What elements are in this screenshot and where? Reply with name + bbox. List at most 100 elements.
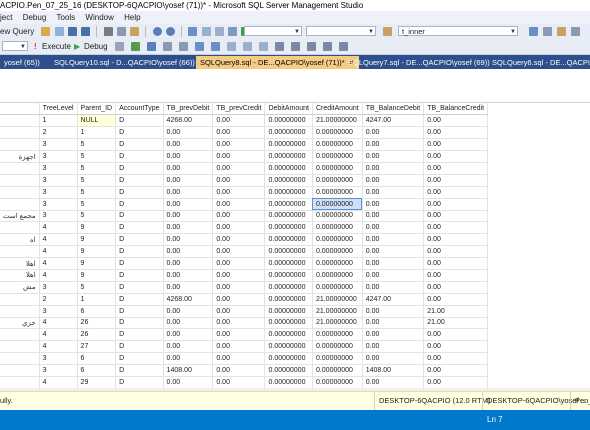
copy-icon[interactable] <box>116 27 126 36</box>
row-label[interactable]: مجمع است <box>0 210 40 223</box>
tab-sqlquery10[interactable]: SQLQuery10.sql - D...QACPIO\yosef (66)) <box>50 56 199 69</box>
table-cell[interactable]: 0.00 <box>423 352 489 366</box>
table-cell[interactable]: 0.00000000 <box>264 293 313 306</box>
table-cell[interactable]: 0.00 <box>362 340 425 354</box>
table-cell[interactable]: 9 <box>77 245 117 259</box>
table-cell[interactable]: 4 <box>39 245 78 259</box>
table-cell[interactable]: 0.00 <box>212 114 266 128</box>
table-cell[interactable]: 0.00000000 <box>264 186 313 199</box>
table-cell[interactable]: 0.00 <box>163 126 214 140</box>
table-cell[interactable]: 0.00 <box>163 150 214 163</box>
uncomment-icon[interactable] <box>291 42 300 51</box>
undo-icon[interactable] <box>152 27 162 36</box>
table-cell[interactable]: 0.00 <box>362 269 425 282</box>
table-cell[interactable]: 0.00 <box>362 198 425 211</box>
table-cell[interactable]: D <box>115 317 164 330</box>
row-label[interactable]: اهلا <box>0 269 40 282</box>
platform-dropdown[interactable]: ▼ <box>306 26 376 36</box>
table-cell[interactable]: 0.00000000 <box>264 150 313 163</box>
table-cell[interactable]: 9 <box>77 257 117 270</box>
table-cell[interactable]: 0.00 <box>212 317 266 330</box>
results-text-icon[interactable] <box>227 42 236 51</box>
table-cell[interactable]: D <box>115 221 164 235</box>
table-cell[interactable]: 0.00 <box>423 364 489 377</box>
table-cell[interactable]: 0.00 <box>423 174 489 187</box>
table-cell[interactable]: 9 <box>77 233 117 247</box>
row-label[interactable]: اجهزة <box>0 150 40 163</box>
table-cell[interactable]: 0.00 <box>362 305 425 318</box>
table-cell[interactable]: 21.00000000 <box>312 114 363 128</box>
table-cell[interactable]: 5 <box>77 198 117 211</box>
table-cell[interactable]: 0.00 <box>212 186 266 199</box>
table-cell[interactable]: 0.00 <box>362 138 425 152</box>
table-cell[interactable]: 3 <box>39 186 78 199</box>
table-cell[interactable]: 0.00 <box>362 352 425 366</box>
comment-icon[interactable] <box>275 42 284 51</box>
table-cell[interactable]: 0.00 <box>423 281 489 294</box>
table-cell[interactable]: 21.00000000 <box>312 293 363 306</box>
table-cell[interactable]: 0.00 <box>163 198 214 211</box>
table-cell[interactable]: 0.00 <box>163 281 214 294</box>
table-cell[interactable]: 0.00000000 <box>264 233 313 247</box>
table-cell[interactable]: D <box>115 352 164 366</box>
table-cell[interactable]: D <box>115 233 164 247</box>
table-cell[interactable]: D <box>115 162 164 175</box>
table-cell[interactable]: D <box>115 126 164 140</box>
table-cell[interactable]: 0.00 <box>362 210 425 223</box>
query-options-icon[interactable] <box>163 42 172 51</box>
table-cell[interactable]: D <box>115 174 164 187</box>
table-cell[interactable]: 0.00 <box>362 126 425 140</box>
table-cell[interactable]: 0.00 <box>163 245 214 259</box>
row-label[interactable] <box>0 138 40 152</box>
table-cell[interactable]: 0.00000000 <box>264 126 313 140</box>
table-cell[interactable]: 0.00 <box>163 317 214 330</box>
find-combo[interactable]: t_inner ▼ <box>398 26 518 36</box>
table-cell[interactable]: 0.00 <box>163 257 214 270</box>
table-cell[interactable]: 0.00000000 <box>264 305 313 318</box>
table-cell[interactable]: 0.00 <box>362 376 425 389</box>
table-cell[interactable]: 4 <box>39 233 78 247</box>
menu-project[interactable]: ject <box>0 11 12 24</box>
solution-config-dropdown[interactable]: ▼ <box>244 26 302 36</box>
table-cell[interactable]: 0.00 <box>212 281 266 294</box>
table-cell[interactable]: 4 <box>39 257 78 270</box>
row-label[interactable] <box>0 364 40 377</box>
tab-sqlquery8[interactable]: SQLQuery8.sql - DE...QACPIO\yosef (71))*… <box>196 56 359 69</box>
menu-help[interactable]: Help <box>124 11 140 24</box>
table-cell[interactable]: 6 <box>77 364 117 377</box>
toolbox-icon[interactable] <box>557 27 566 36</box>
results-file-icon[interactable] <box>259 42 268 51</box>
table-cell[interactable]: D <box>115 328 164 342</box>
table-cell[interactable]: NULL <box>77 114 117 128</box>
table-cell[interactable]: 0.00 <box>163 328 214 342</box>
table-cell[interactable]: 29 <box>77 376 117 389</box>
table-cell[interactable]: 0.00000000 <box>312 328 363 342</box>
execute-icon[interactable]: ! <box>34 39 37 54</box>
table-cell[interactable]: 0.00000000 <box>312 340 363 354</box>
save-icon[interactable] <box>67 27 77 36</box>
row-label[interactable] <box>0 305 40 318</box>
table-cell[interactable]: 4247.00 <box>362 114 425 128</box>
table-cell[interactable]: 0.00 <box>212 269 266 282</box>
cut-icon[interactable] <box>103 27 113 36</box>
table-cell[interactable]: 3 <box>39 174 78 187</box>
table-cell[interactable]: 0.00 <box>423 138 489 152</box>
table-cell[interactable]: 0.00000000 <box>312 138 363 152</box>
table-cell[interactable]: 0.00000000 <box>264 364 313 377</box>
table-cell[interactable]: D <box>115 340 164 354</box>
row-label[interactable] <box>0 114 40 128</box>
table-cell[interactable]: 0.00 <box>423 210 489 223</box>
table-cell[interactable]: 0.00000000 <box>312 210 363 223</box>
table-cell[interactable]: 0.00 <box>423 257 489 270</box>
table-cell[interactable]: D <box>115 245 164 259</box>
table-cell[interactable]: 0.00 <box>423 150 489 163</box>
table-cell[interactable]: 0.00000000 <box>264 162 313 175</box>
table-cell[interactable]: 0.00000000 <box>264 281 313 294</box>
results-grid-icon[interactable] <box>243 42 252 51</box>
table-cell[interactable]: 4247.00 <box>362 293 425 306</box>
row-label[interactable] <box>0 126 40 140</box>
table-cell[interactable]: 0.00000000 <box>312 245 363 259</box>
table-cell[interactable]: 5 <box>77 138 117 152</box>
parse-icon[interactable] <box>131 42 140 51</box>
table-cell[interactable]: 0.00 <box>212 233 266 247</box>
